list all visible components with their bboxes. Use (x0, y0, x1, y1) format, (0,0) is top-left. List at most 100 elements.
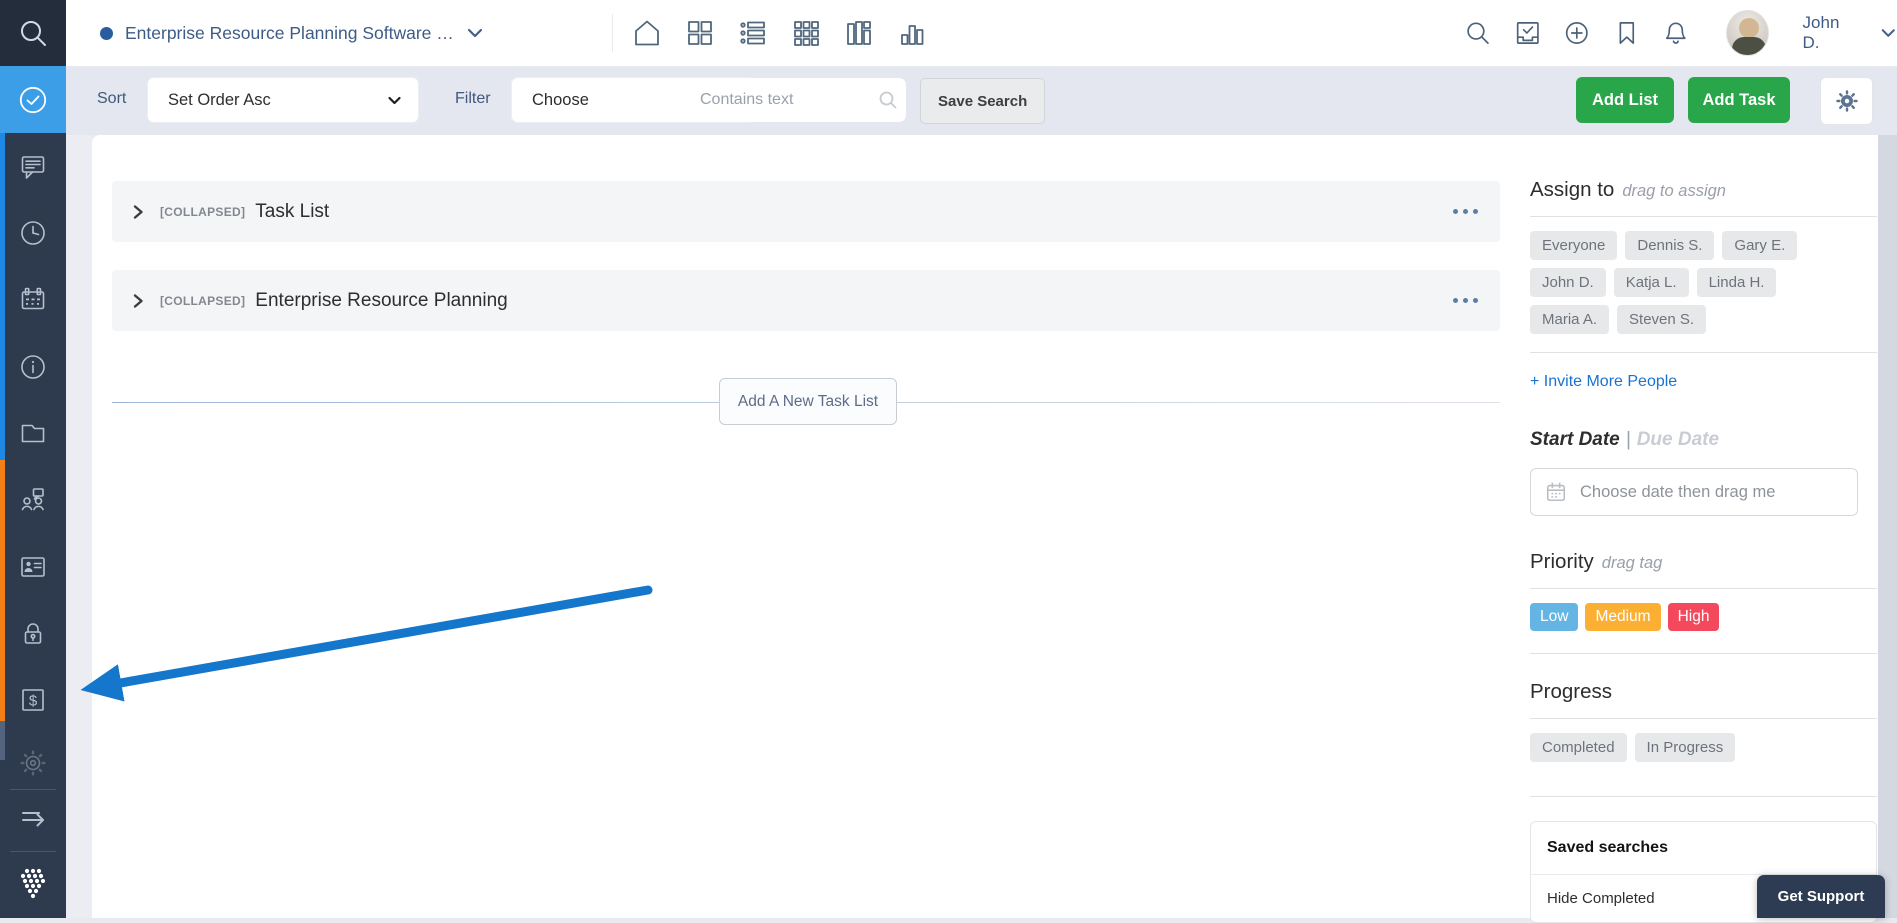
assignee-pill[interactable]: Linda H. (1697, 268, 1777, 297)
sidebar-item-team-chat[interactable] (0, 471, 66, 531)
list-settings-button[interactable] (1820, 77, 1873, 125)
assignee-pill[interactable]: Gary E. (1722, 231, 1797, 260)
calendar-icon (1545, 481, 1567, 503)
tasks-check-icon (18, 85, 48, 115)
sidebar-item-tasks-active[interactable] (0, 66, 66, 133)
assignee-pill[interactable]: Katja L. (1614, 268, 1689, 297)
inbox-check-icon[interactable] (1514, 18, 1542, 48)
bookmark-icon[interactable] (1613, 18, 1641, 48)
sort-label: Sort (97, 90, 126, 108)
top-header: Enterprise Resource Planning Software … (66, 0, 1897, 67)
expand-chevron-icon[interactable] (130, 292, 146, 310)
priority-pill-high[interactable]: High (1668, 603, 1720, 631)
settings-gear-icon (19, 749, 47, 777)
collapsed-tag: [COLLAPSED] (160, 205, 245, 219)
sidebar-item-calendar[interactable] (0, 270, 66, 330)
save-search-button[interactable]: Save Search (920, 78, 1045, 124)
sidebar-item-time[interactable] (0, 203, 66, 263)
assignee-pill[interactable]: Maria A. (1530, 305, 1609, 334)
notifications-bell-icon[interactable] (1662, 18, 1690, 48)
task-list-row[interactable]: [COLLAPSED] Enterprise Resource Planning (112, 270, 1500, 331)
sidebar-item-contacts[interactable] (0, 537, 66, 597)
list-view-icon[interactable] (738, 18, 768, 48)
board-view-icon[interactable] (844, 18, 874, 48)
sidebar-item-info[interactable] (0, 337, 66, 397)
user-menu-chevron-icon[interactable] (1880, 26, 1897, 40)
avatar-shoulders (1732, 37, 1766, 56)
project-selector[interactable]: Enterprise Resource Planning Software … (100, 0, 484, 66)
assignee-pill[interactable]: Everyone (1530, 231, 1617, 260)
sort-dropdown[interactable]: Set Order Asc (148, 78, 418, 122)
get-support-label: Get Support (1778, 888, 1865, 905)
sort-value: Set Order Asc (168, 91, 271, 110)
drag-tools-panel: Assign todrag to assign Everyone Dennis … (1530, 160, 1877, 923)
user-name[interactable]: John D. (1803, 13, 1857, 53)
sidebar-logo[interactable] (0, 854, 66, 914)
add-new-task-list-button[interactable]: Add A New Task List (719, 378, 897, 425)
info-icon (19, 353, 47, 381)
collapse-arrow-icon (18, 803, 48, 833)
priority-hint: drag tag (1602, 554, 1663, 572)
add-list-button[interactable]: Add List (1576, 77, 1674, 123)
task-list-row[interactable]: [COLLAPSED] Task List (112, 181, 1500, 242)
row-menu-dots-icon[interactable] (1453, 209, 1478, 214)
home-icon[interactable] (632, 18, 662, 48)
sidebar-item-discussions[interactable] (0, 137, 66, 197)
chevron-down-icon (387, 95, 402, 106)
assignee-pills: Everyone Dennis S. Gary E. John D. Katja… (1530, 231, 1832, 334)
header-divider (612, 14, 613, 52)
project-title: Enterprise Resource Planning Software … (125, 23, 454, 44)
row-menu-dots-icon[interactable] (1453, 298, 1478, 303)
choose-date-drag-box[interactable]: Choose date then drag me (1530, 468, 1858, 516)
user-avatar[interactable] (1726, 10, 1768, 56)
get-support-button[interactable]: Get Support (1757, 875, 1885, 918)
expand-chevron-icon[interactable] (130, 203, 146, 221)
search-icon[interactable] (1464, 18, 1492, 48)
svg-text:$: $ (29, 693, 38, 710)
chart-view-icon[interactable] (897, 18, 927, 48)
add-task-button[interactable]: Add Task (1688, 77, 1790, 123)
add-icon[interactable] (1563, 18, 1591, 48)
priority-title: Priority (1530, 550, 1594, 573)
logo-icon (14, 865, 52, 903)
assignee-pill[interactable]: Steven S. (1617, 305, 1706, 334)
progress-pill-in-progress[interactable]: In Progress (1635, 733, 1736, 762)
lock-icon (19, 620, 47, 648)
save-search-label: Save Search (938, 93, 1027, 110)
view-switcher (632, 0, 927, 66)
add-list-label: Add List (1592, 91, 1658, 110)
invoices-dollar-icon: $ (19, 686, 47, 714)
sidebar-item-passwords[interactable] (0, 604, 66, 664)
avatar-face (1739, 18, 1759, 38)
contacts-card-icon (19, 553, 47, 581)
dates-separator: | (1626, 429, 1631, 450)
sidebar-item-settings[interactable] (0, 733, 66, 793)
choose-date-placeholder: Choose date then drag me (1580, 483, 1775, 502)
assignee-pill[interactable]: John D. (1530, 268, 1606, 297)
sidebar-item-invoices[interactable]: $ (0, 670, 66, 730)
small-grid-view-icon[interactable] (791, 18, 821, 48)
task-list-title: Task List (255, 201, 329, 223)
chevron-down-icon (466, 26, 484, 40)
sidebar-item-files[interactable] (0, 403, 66, 463)
assign-hint: drag to assign (1622, 182, 1726, 200)
page-scrollbar[interactable] (1878, 66, 1897, 918)
assignee-pill[interactable]: Dennis S. (1625, 231, 1714, 260)
progress-pill-completed[interactable]: Completed (1530, 733, 1627, 762)
search-icon (18, 18, 48, 48)
priority-pills: Low Medium High (1530, 603, 1877, 631)
contains-text-input[interactable] (682, 91, 870, 109)
add-task-label: Add Task (1702, 91, 1775, 110)
dates-section-title: Start Date|Due Date (1530, 429, 1877, 451)
grid-view-icon[interactable] (685, 18, 715, 48)
progress-title: Progress (1530, 680, 1877, 704)
files-folder-icon (19, 419, 47, 447)
priority-pill-medium[interactable]: Medium (1585, 603, 1660, 631)
add-new-task-list-label: Add A New Task List (738, 393, 878, 411)
invite-more-people-link[interactable]: + Invite More People (1530, 373, 1677, 391)
priority-pill-low[interactable]: Low (1530, 603, 1578, 631)
priority-section: Priority drag tag Low Medium High (1530, 550, 1877, 654)
sidebar-item-search[interactable] (0, 0, 66, 66)
sidebar-collapse-button[interactable] (0, 788, 66, 848)
progress-pills: Completed In Progress (1530, 733, 1832, 762)
